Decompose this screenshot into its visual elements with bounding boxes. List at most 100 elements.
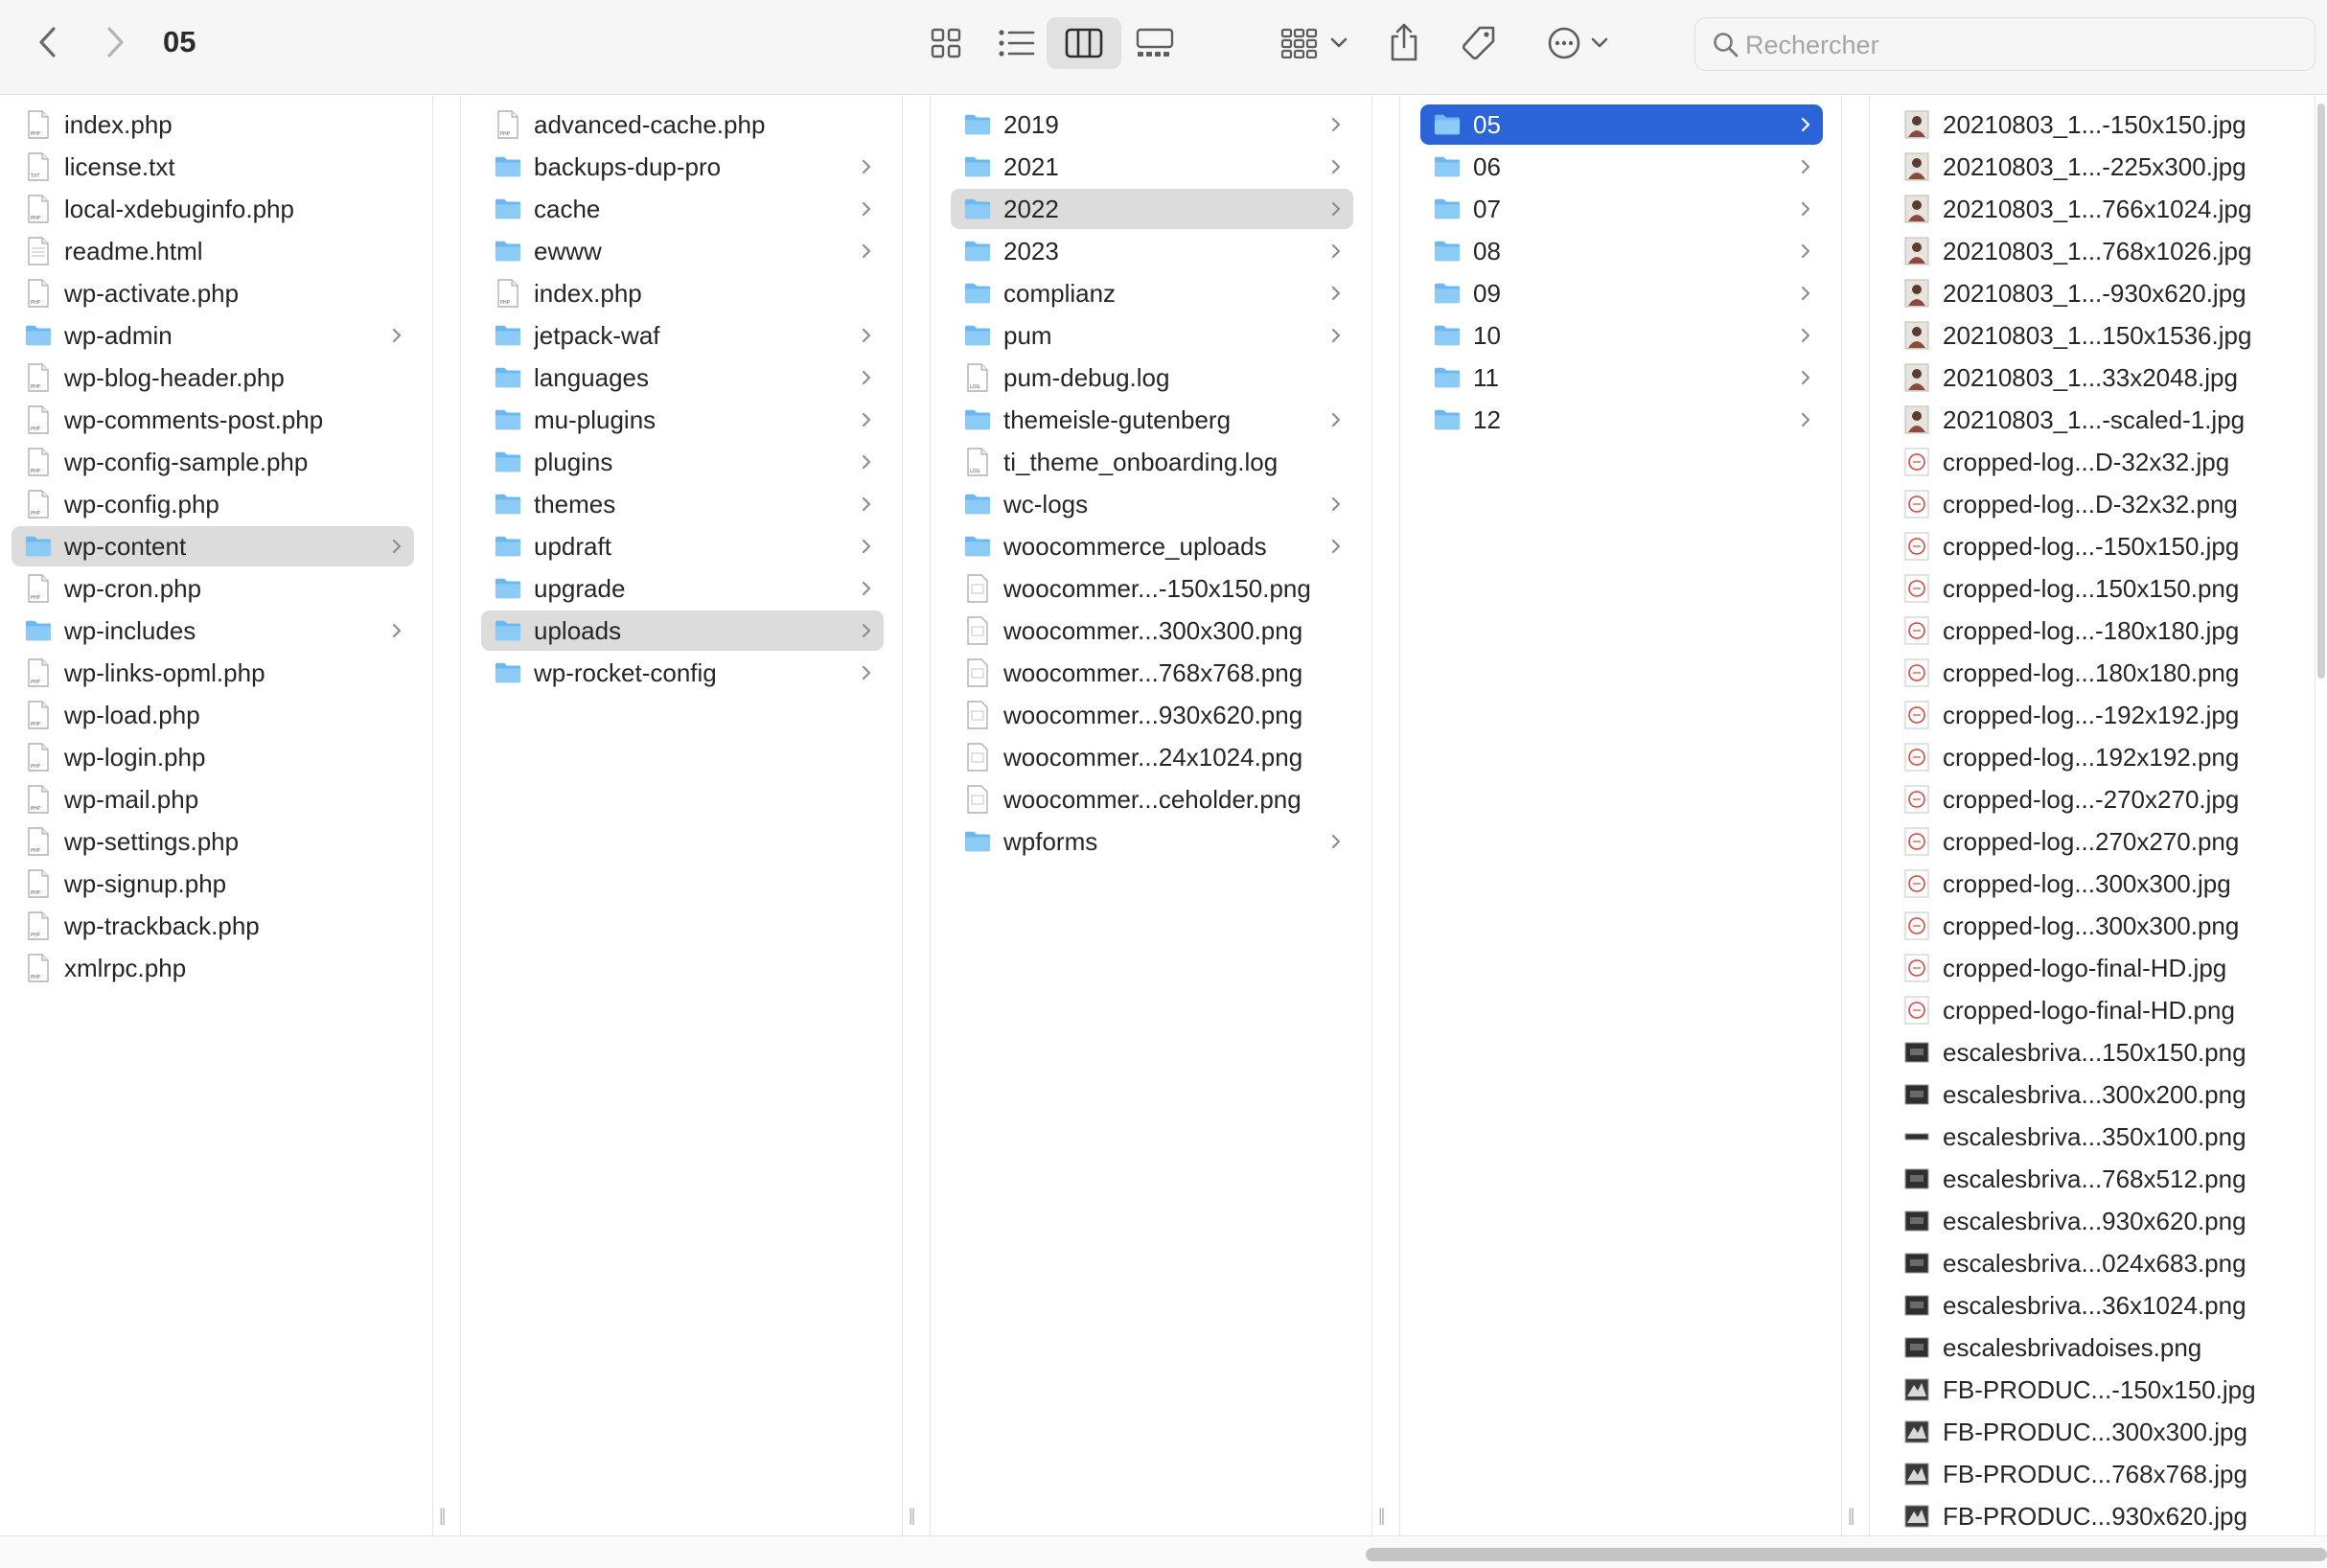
file-row[interactable]: 20210803_1...-225x300.jpg [1890, 147, 2292, 187]
file-row[interactable]: FB-PRODUC...300x300.jpg [1890, 1412, 2292, 1452]
more-actions-button[interactable] [1537, 17, 1618, 69]
file-row[interactable]: PHP wp-config.php [12, 484, 414, 524]
file-row[interactable]: escalesbriva...36x1024.png [1890, 1285, 2292, 1326]
file-row[interactable]: PHP local-xdebuginfo.php [12, 189, 414, 229]
file-row[interactable]: PHP wp-blog-header.php [12, 357, 414, 398]
file-row[interactable]: escalesbriva...350x100.png [1890, 1117, 2292, 1157]
file-row[interactable]: FB-PRODUC...930x620.jpg [1890, 1496, 2292, 1535]
file-row[interactable]: PHP wp-mail.php [12, 779, 414, 819]
folder-row[interactable]: 09 [1420, 273, 1823, 313]
file-row[interactable]: woocommer...24x1024.png [951, 737, 1353, 777]
folder-row[interactable]: 10 [1420, 315, 1823, 356]
file-row[interactable]: woocommer...768x768.png [951, 653, 1353, 693]
folder-row[interactable]: 12 [1420, 400, 1823, 440]
column-resize-handle[interactable]: || [1378, 1506, 1386, 1526]
folder-row[interactable]: cache [481, 189, 884, 229]
file-row[interactable]: PHP advanced-cache.php [481, 104, 884, 145]
tag-button[interactable] [1453, 17, 1505, 69]
file-row[interactable]: cropped-log...D-32x32.jpg [1890, 442, 2292, 482]
file-row[interactable]: PHP wp-load.php [12, 695, 414, 735]
folder-row[interactable]: 11 [1420, 357, 1823, 398]
folder-row[interactable]: themeisle-gutenberg [951, 400, 1353, 440]
file-row[interactable]: cropped-log...150x150.png [1890, 568, 2292, 609]
forward-button[interactable] [94, 21, 136, 63]
file-row[interactable]: cropped-log...D-32x32.png [1890, 484, 2292, 524]
folder-row[interactable]: wp-admin [12, 315, 414, 356]
file-row[interactable]: escalesbriva...930x620.png [1890, 1201, 2292, 1241]
folder-row[interactable]: wpforms [951, 821, 1353, 862]
file-row[interactable]: woocommer...300x300.png [951, 611, 1353, 651]
file-row[interactable]: LOG ti_theme_onboarding.log [951, 442, 1353, 482]
folder-row[interactable]: complianz [951, 273, 1353, 313]
column-resize-gutter[interactable]: || [1842, 96, 1870, 1535]
folder-row[interactable]: pum [951, 315, 1353, 356]
file-row[interactable]: 20210803_1...768x1026.jpg [1890, 231, 2292, 271]
column-resize-handle[interactable]: || [439, 1506, 447, 1526]
file-row[interactable]: woocommer...-150x150.png [951, 568, 1353, 609]
file-row[interactable]: woocommer...930x620.png [951, 695, 1353, 735]
folder-row[interactable]: wc-logs [951, 484, 1353, 524]
folder-row[interactable]: themes [481, 484, 884, 524]
file-row[interactable]: PHP wp-links-opml.php [12, 653, 414, 693]
file-row[interactable]: cropped-log...300x300.jpg [1890, 864, 2292, 904]
folder-row[interactable]: wp-rocket-config [481, 653, 884, 693]
folder-row[interactable]: woocommerce_uploads [951, 526, 1353, 566]
file-row[interactable]: cropped-logo-final-HD.png [1890, 990, 2292, 1030]
folder-row[interactable]: ewww [481, 231, 884, 271]
column-resize-handle[interactable]: || [909, 1506, 916, 1526]
file-row[interactable]: LOG pum-debug.log [951, 357, 1353, 398]
column-view-button[interactable] [1047, 17, 1121, 69]
folder-row[interactable]: 2019 [951, 104, 1353, 145]
folder-row[interactable]: languages [481, 357, 884, 398]
folder-row[interactable]: updraft [481, 526, 884, 566]
file-row[interactable]: cropped-log...300x300.png [1890, 906, 2292, 946]
file-row[interactable]: woocommer...ceholder.png [951, 779, 1353, 819]
folder-row[interactable]: plugins [481, 442, 884, 482]
file-row[interactable]: escalesbriva...768x512.png [1890, 1159, 2292, 1199]
file-row[interactable]: 20210803_1...-150x150.jpg [1890, 104, 2292, 145]
folder-row[interactable]: 2021 [951, 147, 1353, 187]
share-button[interactable] [1380, 15, 1428, 69]
column-resize-gutter[interactable]: || [903, 96, 931, 1535]
group-by-button[interactable] [1271, 17, 1357, 69]
file-row[interactable]: 20210803_1...-930x620.jpg [1890, 273, 2292, 313]
file-row[interactable]: PHP wp-config-sample.php [12, 442, 414, 482]
file-row[interactable]: cropped-log...-192x192.jpg [1890, 695, 2292, 735]
folder-row[interactable]: mu-plugins [481, 400, 884, 440]
file-row[interactable]: cropped-log...-270x270.jpg [1890, 779, 2292, 819]
file-row[interactable]: cropped-log...270x270.png [1890, 821, 2292, 862]
file-row[interactable]: 20210803_1...-scaled-1.jpg [1890, 400, 2292, 440]
file-row[interactable]: PHP index.php [12, 104, 414, 145]
horizontal-scroll-thumb[interactable] [1366, 1548, 2327, 1561]
folder-row[interactable]: wp-content [12, 526, 414, 566]
file-row[interactable]: cropped-log...-180x180.jpg [1890, 611, 2292, 651]
file-row[interactable]: 20210803_1...150x1536.jpg [1890, 315, 2292, 356]
back-button[interactable] [27, 21, 69, 63]
file-row[interactable]: PHP wp-signup.php [12, 864, 414, 904]
folder-row[interactable]: upgrade [481, 568, 884, 609]
gallery-view-button[interactable] [1117, 17, 1192, 69]
folder-row[interactable]: 2022 [951, 189, 1353, 229]
vertical-scrollbar[interactable] [2315, 96, 2325, 1535]
file-row[interactable]: PHP wp-login.php [12, 737, 414, 777]
search-field[interactable] [1694, 17, 2315, 71]
file-row[interactable]: PHP wp-comments-post.php [12, 400, 414, 440]
file-row[interactable]: escalesbriva...150x150.png [1890, 1032, 2292, 1072]
folder-row[interactable]: 2023 [951, 231, 1353, 271]
file-row[interactable]: escalesbrivadoises.png [1890, 1327, 2292, 1368]
file-row[interactable]: escalesbriva...024x683.png [1890, 1243, 2292, 1283]
folder-row[interactable]: backups-dup-pro [481, 147, 884, 187]
folder-row[interactable]: jetpack-waf [481, 315, 884, 356]
file-row[interactable]: PHP xmlrpc.php [12, 948, 414, 988]
folder-row[interactable]: 07 [1420, 189, 1823, 229]
icon-view-button[interactable] [909, 17, 983, 69]
file-row[interactable]: FB-PRODUC...-150x150.jpg [1890, 1370, 2292, 1410]
file-row[interactable]: 20210803_1...33x2048.jpg [1890, 357, 2292, 398]
file-row[interactable]: readme.html [12, 231, 414, 271]
folder-row[interactable]: 06 [1420, 147, 1823, 187]
column-resize-gutter[interactable]: || [1372, 96, 1400, 1535]
file-row[interactable]: PHP index.php [481, 273, 884, 313]
file-row[interactable]: cropped-log...180x180.png [1890, 653, 2292, 693]
column-resize-handle[interactable]: || [1848, 1506, 1855, 1526]
folder-row[interactable]: 05 [1420, 104, 1823, 145]
